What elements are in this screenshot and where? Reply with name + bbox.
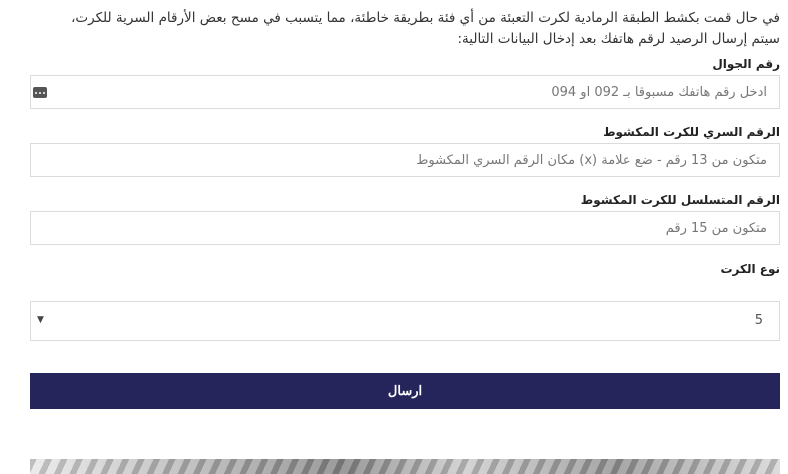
pin-field-wrapper [30, 143, 780, 177]
serial-field-wrapper [30, 211, 780, 245]
pin-label: الرقم السري للكرت المكشوط [603, 125, 780, 139]
pin-input[interactable] [31, 144, 779, 176]
phone-field-wrapper [30, 75, 780, 109]
phone-input[interactable] [31, 76, 779, 108]
phone-label: رقم الجوال [712, 57, 780, 71]
intro-line-2: سيتم إرسال الرصيد لرقم هاتفك بعد إدخال ا… [457, 31, 780, 47]
card-type-label: نوع الكرت [720, 262, 780, 276]
card-type-value: 5 [754, 313, 763, 328]
submit-button[interactable]: ارسال [30, 373, 780, 409]
password-manager-icon[interactable] [33, 87, 47, 98]
serial-label: الرقم المتسلسل للكرت المكشوط [580, 193, 780, 207]
serial-input[interactable] [31, 212, 779, 244]
background-photo [30, 459, 780, 474]
intro-text: في حال قمت بكشط الطبقة الرمادية لكرت الت… [10, 8, 780, 50]
intro-line-1: في حال قمت بكشط الطبقة الرمادية لكرت الت… [71, 10, 780, 26]
card-type-select[interactable]: 5 ▼ [30, 301, 780, 341]
caret-down-icon: ▼ [37, 315, 44, 325]
